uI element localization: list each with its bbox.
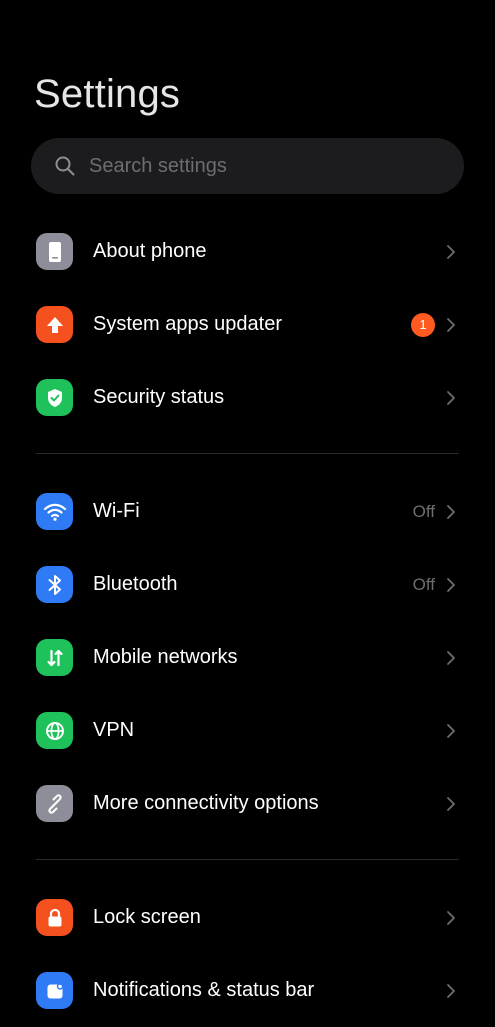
bluetooth-icon <box>36 566 73 603</box>
search-icon <box>53 154 77 178</box>
mobile-data-icon <box>36 639 73 676</box>
security-status-row[interactable]: Security status <box>0 361 495 434</box>
chevron-right-icon <box>445 576 457 594</box>
globe-icon <box>36 712 73 749</box>
vpn-label: VPN <box>93 719 135 741</box>
bluetooth-status: Off <box>412 574 435 594</box>
chevron-right-icon <box>445 982 457 1000</box>
phone-icon <box>36 233 73 270</box>
chevron-right-icon <box>445 649 457 667</box>
notification-icon <box>36 972 73 1009</box>
security-status-label: Security status <box>93 386 225 408</box>
mobile-networks-row[interactable]: Mobile networks <box>0 621 495 694</box>
lock-icon <box>36 899 73 936</box>
system-apps-updater-row[interactable]: System apps updater 1 <box>0 288 495 361</box>
search-placeholder: Search settings <box>89 154 227 177</box>
wifi-icon <box>36 493 73 530</box>
section-divider <box>36 453 459 454</box>
bluetooth-label: Bluetooth <box>93 573 178 595</box>
chevron-right-icon <box>445 795 457 813</box>
wifi-row[interactable]: Wi-Fi Off <box>0 475 495 548</box>
wifi-status: Off <box>412 501 435 521</box>
chevron-right-icon <box>445 316 457 334</box>
more-connectivity-label: More connectivity options <box>93 792 319 814</box>
mobile-networks-label: Mobile networks <box>93 646 238 668</box>
lock-screen-row[interactable]: Lock screen <box>0 881 495 954</box>
search-bar[interactable]: Search settings <box>31 138 464 194</box>
chevron-right-icon <box>445 722 457 740</box>
bluetooth-row[interactable]: Bluetooth Off <box>0 548 495 621</box>
notifications-status-bar-label: Notifications & status bar <box>93 979 315 1001</box>
link-icon <box>36 785 73 822</box>
chevron-right-icon <box>445 389 457 407</box>
system-apps-updater-label: System apps updater <box>93 313 282 335</box>
arrow-up-icon <box>36 306 73 343</box>
more-connectivity-row[interactable]: More connectivity options <box>0 767 495 840</box>
section-divider <box>36 859 459 860</box>
update-count-badge: 1 <box>411 312 435 337</box>
shield-check-icon <box>36 379 73 416</box>
notifications-status-bar-row[interactable]: Notifications & status bar <box>0 954 495 1027</box>
lock-screen-label: Lock screen <box>93 906 201 928</box>
chevron-right-icon <box>445 503 457 521</box>
chevron-right-icon <box>445 243 457 261</box>
about-phone-label: About phone <box>93 240 207 262</box>
page-title: Settings <box>34 72 181 116</box>
vpn-row[interactable]: VPN <box>0 694 495 767</box>
about-phone-row[interactable]: About phone <box>0 215 495 288</box>
wifi-label: Wi-Fi <box>93 500 140 522</box>
chevron-right-icon <box>445 909 457 927</box>
